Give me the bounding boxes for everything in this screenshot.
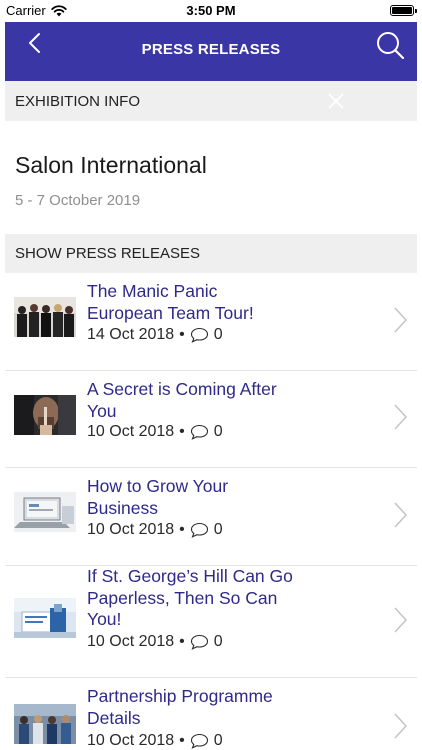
exhibition-info-label: EXHIBITION INFO bbox=[15, 93, 141, 110]
status-time: 3:50 PM bbox=[186, 3, 236, 18]
press-release-date: 10 Oct 2018 bbox=[87, 521, 175, 538]
comment-count: 0 bbox=[213, 423, 223, 440]
meta-separator: • bbox=[179, 521, 185, 538]
list-item[interactable]: If St. George’s Hill Can Go Paperless, T… bbox=[5, 566, 417, 678]
close-icon bbox=[328, 93, 344, 109]
press-release-date: 10 Oct 2018 bbox=[87, 423, 175, 440]
press-release-title[interactable]: How to Grow Your Business bbox=[87, 476, 297, 519]
comment-count: 0 bbox=[213, 633, 223, 650]
comment-icon bbox=[190, 733, 208, 749]
list-item[interactable]: Partnership Programme Details 10 Oct 201… bbox=[5, 678, 417, 750]
chevron-right-icon bbox=[394, 502, 408, 528]
comment-icon bbox=[190, 522, 208, 538]
exhibition-info-bar: EXHIBITION INFO bbox=[5, 81, 417, 121]
meta-separator: • bbox=[179, 326, 185, 343]
press-release-meta: 10 Oct 2018 • 0 bbox=[87, 423, 223, 441]
thumbnail-image bbox=[14, 395, 76, 435]
meta-separator: • bbox=[179, 633, 185, 650]
comment-icon bbox=[190, 634, 208, 650]
press-release-title[interactable]: If St. George’s Hill Can Go Paperless, T… bbox=[87, 566, 297, 631]
chevron-right-icon bbox=[394, 607, 408, 633]
press-release-date: 10 Oct 2018 bbox=[87, 633, 175, 650]
comment-count: 0 bbox=[213, 732, 223, 749]
thumbnail-image bbox=[14, 598, 76, 638]
thumbnail-image bbox=[14, 297, 76, 337]
press-release-date: 10 Oct 2018 bbox=[87, 732, 175, 749]
press-release-meta: 10 Oct 2018 • 0 bbox=[87, 633, 223, 651]
thumbnail-image bbox=[14, 704, 76, 744]
meta-separator: • bbox=[179, 732, 185, 749]
comment-count: 0 bbox=[213, 326, 223, 343]
comment-icon bbox=[190, 424, 208, 440]
exhibition-dates: 5 - 7 October 2019 bbox=[15, 192, 141, 209]
chevron-right-icon bbox=[394, 713, 408, 739]
close-button[interactable] bbox=[323, 89, 349, 113]
press-release-meta: 10 Oct 2018 • 0 bbox=[87, 732, 223, 750]
search-icon bbox=[377, 32, 405, 60]
status-bar: Carrier 3:50 PM bbox=[0, 0, 422, 22]
press-release-date: 14 Oct 2018 bbox=[87, 326, 175, 343]
exhibition-name: Salon International bbox=[15, 152, 207, 178]
chevron-right-icon bbox=[394, 404, 408, 430]
list-item[interactable]: How to Grow Your Business 10 Oct 2018 • … bbox=[5, 468, 417, 566]
search-button[interactable] bbox=[375, 30, 409, 64]
press-release-meta: 14 Oct 2018 • 0 bbox=[87, 326, 223, 344]
comment-icon bbox=[190, 327, 208, 343]
section-label: SHOW PRESS RELEASES bbox=[15, 245, 201, 262]
battery-icon bbox=[390, 5, 417, 16]
press-release-title[interactable]: A Secret is Coming After You bbox=[87, 379, 297, 422]
section-header: SHOW PRESS RELEASES bbox=[5, 234, 417, 273]
meta-separator: • bbox=[179, 423, 185, 440]
list-item[interactable]: The Manic Panic European Team Tour! 14 O… bbox=[5, 273, 417, 371]
press-release-meta: 10 Oct 2018 • 0 bbox=[87, 521, 223, 539]
page-title: PRESS RELEASES bbox=[141, 41, 281, 58]
chevron-right-icon bbox=[394, 307, 408, 333]
nav-bar: PRESS RELEASES bbox=[5, 22, 417, 81]
list-item[interactable]: A Secret is Coming After You 10 Oct 2018… bbox=[5, 371, 417, 468]
comment-count: 0 bbox=[213, 521, 223, 538]
press-release-title[interactable]: Partnership Programme Details bbox=[87, 686, 297, 729]
thumbnail-image bbox=[14, 492, 76, 532]
press-release-title[interactable]: The Manic Panic European Team Tour! bbox=[87, 281, 297, 324]
